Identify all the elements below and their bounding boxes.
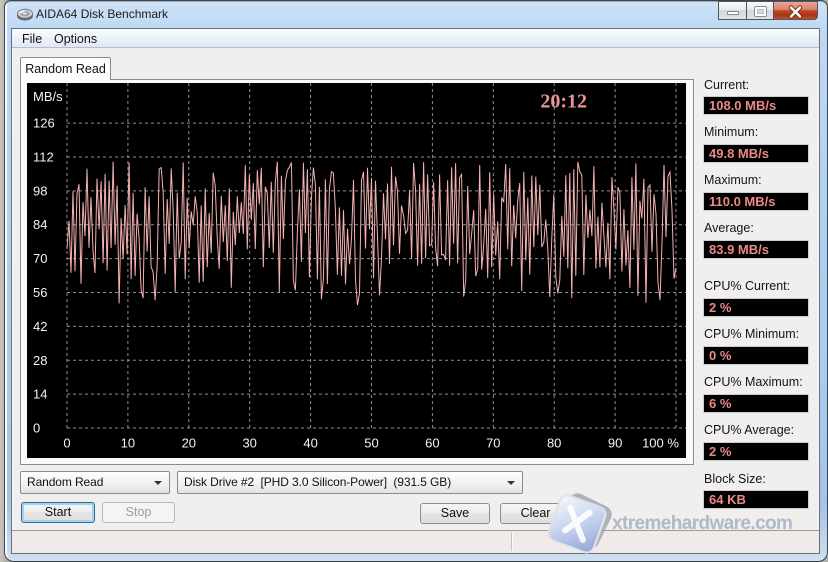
svg-text:100 %: 100 % (642, 436, 679, 451)
svg-text:28: 28 (33, 353, 47, 368)
svg-text:20:12: 20:12 (540, 91, 587, 113)
svg-text:30: 30 (242, 436, 256, 451)
svg-text:90: 90 (608, 436, 622, 451)
svg-text:14: 14 (33, 387, 47, 402)
svg-text:40: 40 (303, 436, 317, 451)
svg-text:50: 50 (364, 436, 378, 451)
svg-text:84: 84 (33, 217, 47, 232)
svg-text:0: 0 (33, 421, 40, 436)
svg-text:20: 20 (182, 436, 196, 451)
svg-text:80: 80 (547, 436, 561, 451)
svg-text:10: 10 (121, 436, 135, 451)
svg-text:70: 70 (486, 436, 500, 451)
svg-text:60: 60 (425, 436, 439, 451)
svg-text:0: 0 (63, 436, 70, 451)
svg-text:126: 126 (33, 116, 55, 131)
svg-text:70: 70 (33, 251, 47, 266)
svg-text:112: 112 (33, 150, 54, 165)
svg-text:42: 42 (33, 319, 47, 334)
svg-text:MB/s: MB/s (33, 89, 63, 104)
svg-text:98: 98 (33, 183, 47, 198)
svg-text:56: 56 (33, 285, 47, 300)
